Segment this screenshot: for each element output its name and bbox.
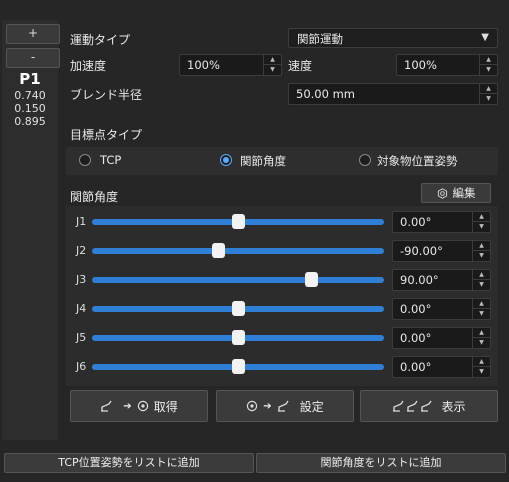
joint-up-arrow-icon[interactable]: ▲ (473, 328, 490, 338)
set-button[interactable]: ➔ 設定 (216, 390, 354, 422)
radio-object-pose-label: 対象物位置姿勢 (377, 154, 458, 168)
joint-value-input-j2[interactable]: -90.00° ▲ ▼ (392, 240, 491, 262)
joint-value-j1: 0.00° (400, 215, 432, 229)
robot-arm-icon (101, 400, 112, 412)
acceleration-input[interactable]: 100% ▲ ▼ (179, 54, 282, 76)
joint-value-j6: 0.00° (400, 360, 432, 374)
joint-slider-track-j2[interactable] (92, 248, 384, 254)
blend-radius-up-arrow-icon[interactable]: ▲ (480, 84, 497, 94)
radio-tcp-label: TCP (100, 153, 122, 167)
joint-value-input-j3[interactable]: 90.00° ▲ ▼ (392, 269, 491, 291)
robot-arm-icon (393, 400, 433, 412)
radio-object-pose[interactable] (359, 154, 371, 166)
target-type-radio-group: TCP 関節角度 対象物位置姿勢 (66, 147, 498, 175)
location-pin-icon (137, 400, 148, 411)
blend-radius-value: 50.00 mm (296, 87, 355, 101)
joint-slider-track-j3[interactable] (92, 277, 384, 283)
edit-button[interactable]: 編集 (421, 183, 491, 203)
speed-down-arrow-icon[interactable]: ▼ (480, 65, 497, 75)
joint-value-input-j1[interactable]: 0.00° ▲ ▼ (392, 211, 491, 233)
joint-value-j2: -90.00° (400, 244, 443, 258)
joint-slider-handle-j3[interactable] (305, 272, 318, 287)
radio-joint-angle[interactable] (220, 154, 232, 166)
acceleration-value: 100% (187, 58, 220, 72)
show-button[interactable]: 表示 (360, 390, 498, 422)
joint-label-j1: J1 (76, 215, 87, 228)
point-name: P1 (19, 70, 41, 88)
joint-value-j3: 90.00° (400, 273, 439, 287)
add-joint-angles-to-list-button[interactable]: 関節角度をリストに追加 (256, 453, 506, 473)
robot-arm-icon (277, 400, 289, 412)
joint-slider-handle-j5[interactable] (232, 330, 245, 345)
joint-down-arrow-icon[interactable]: ▼ (473, 338, 490, 348)
add-tcp-to-list-button[interactable]: TCP位置姿勢をリストに追加 (4, 453, 254, 473)
speed-input[interactable]: 100% ▲ ▼ (396, 54, 498, 76)
point-value-z: 0.895 (14, 115, 46, 128)
point-value-x: 0.740 (14, 89, 46, 102)
joint-value-j5: 0.00° (400, 331, 432, 345)
right-arrow-icon: ➔ (123, 400, 132, 412)
joint-label-j3: J3 (76, 273, 87, 286)
joint-label-j2: J2 (76, 244, 87, 257)
joint-down-arrow-icon[interactable]: ▼ (473, 280, 490, 290)
joint-slider-handle-j4[interactable] (232, 301, 245, 316)
add-point-button[interactable]: + (6, 24, 60, 44)
point-value-y: 0.150 (14, 102, 46, 115)
joint-value-j4: 0.00° (400, 302, 432, 316)
blend-radius-input[interactable]: 50.00 mm ▲ ▼ (288, 83, 498, 105)
joint-label-j5: J5 (76, 331, 87, 344)
motion-type-label: 運動タイプ (70, 33, 131, 47)
right-arrow-icon: ➔ (263, 400, 272, 412)
speed-up-arrow-icon[interactable]: ▲ (480, 55, 497, 65)
motion-type-value: 関節運動 (297, 32, 343, 46)
joint-down-arrow-icon[interactable]: ▼ (473, 251, 490, 261)
radio-joint-angle-label: 関節角度 (240, 154, 286, 168)
joint-up-arrow-icon[interactable]: ▲ (473, 212, 490, 222)
joint-down-arrow-icon[interactable]: ▼ (473, 367, 490, 377)
speed-value: 100% (404, 58, 437, 72)
acceleration-up-arrow-icon[interactable]: ▲ (264, 55, 281, 65)
set-button-label: 設定 (299, 399, 324, 414)
joint-slider-handle-j2[interactable] (211, 243, 225, 258)
joint-up-arrow-icon[interactable]: ▲ (473, 241, 490, 251)
blend-radius-label: ブレンド半径 (70, 88, 143, 102)
joint-slider-handle-j1[interactable] (232, 214, 245, 229)
joint-up-arrow-icon[interactable]: ▲ (473, 299, 490, 309)
chevron-down-icon: ▼ (481, 32, 489, 43)
remove-point-button[interactable]: - (6, 48, 60, 68)
joint-label-j6: J6 (76, 360, 87, 373)
acceleration-down-arrow-icon[interactable]: ▼ (264, 65, 281, 75)
joint-angles-label: 関節角度 (70, 190, 119, 204)
acceleration-label: 加速度 (70, 59, 107, 73)
get-button-label: 取得 (153, 399, 178, 414)
motion-type-select[interactable]: 関節運動 ▼ (288, 28, 498, 48)
location-pin-icon (247, 400, 258, 411)
edit-button-label: 編集 (452, 186, 476, 200)
speed-label: 速度 (288, 59, 313, 73)
radio-tcp[interactable] (79, 154, 91, 166)
show-button-label: 表示 (441, 399, 466, 414)
joint-value-input-j6[interactable]: 0.00° ▲ ▼ (392, 356, 491, 378)
joint-value-input-j4[interactable]: 0.00° ▲ ▼ (392, 298, 491, 320)
settings-icon (437, 187, 447, 199)
joint-label-j4: J4 (76, 302, 87, 315)
joint-up-arrow-icon[interactable]: ▲ (473, 270, 490, 280)
blend-radius-down-arrow-icon[interactable]: ▼ (480, 94, 497, 104)
get-button[interactable]: ➔ 取得 (70, 390, 208, 422)
joint-value-input-j5[interactable]: 0.00° ▲ ▼ (392, 327, 491, 349)
joint-down-arrow-icon[interactable]: ▼ (473, 309, 490, 319)
target-type-label: 目標点タイプ (70, 128, 143, 142)
joint-slider-handle-j6[interactable] (232, 359, 245, 374)
joint-up-arrow-icon[interactable]: ▲ (473, 357, 490, 367)
joint-down-arrow-icon[interactable]: ▼ (473, 222, 490, 232)
